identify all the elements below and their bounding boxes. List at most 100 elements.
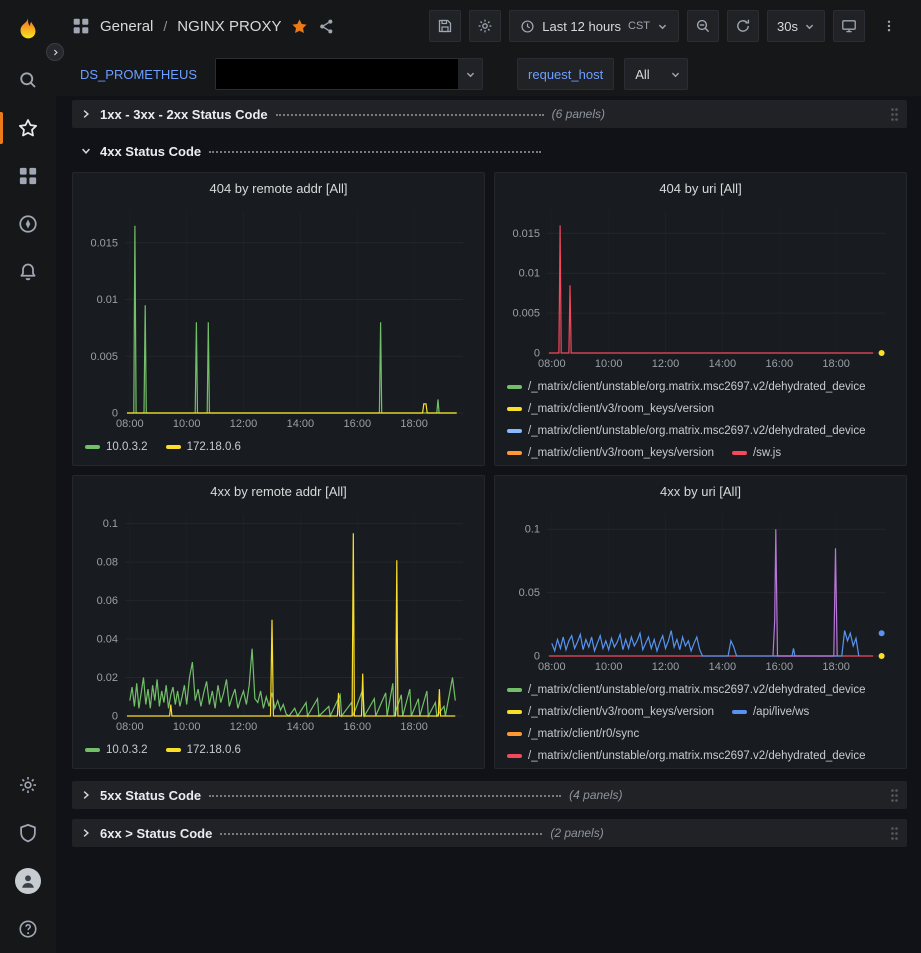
panel-title[interactable]: 404 by remote addr [All] [209,181,347,196]
dashboard-row-1xx-3xx-2xx[interactable]: 1xx - 3xx - 2xx Status Code (6 panels) [72,100,907,128]
panel-header[interactable]: 4xx by uri [All] [495,476,906,506]
dashboard-row-6xx[interactable]: 6xx > Status Code (2 panels) [72,819,907,847]
more-options-button[interactable] [873,10,905,42]
sidebar-item-explore[interactable] [0,200,56,248]
legend-item[interactable]: /_matrix/client/unstable/org.matrix.msc2… [507,750,866,762]
sidebar-item-configuration[interactable] [0,761,56,809]
top-navbar: General / NGINX PROXY [56,0,921,52]
refresh-dashboard-button[interactable] [727,10,759,42]
legend-series-marker [732,451,747,455]
panel-title[interactable]: 404 by uri [All] [659,181,741,196]
dashboard-row-5xx[interactable]: 5xx Status Code (4 panels) [72,781,907,809]
legend-row: /_matrix/client/unstable/org.matrix.msc2… [507,420,898,442]
legend-row: /_matrix/client/v3/room_keys/version/sw.… [507,442,898,464]
panel-header[interactable]: 404 by remote addr [All] [73,173,484,203]
svg-text:16:00: 16:00 [344,721,372,733]
request-host-variable-value: All [635,67,663,82]
svg-text:18:00: 18:00 [400,721,428,733]
favorite-star-icon[interactable] [291,18,308,35]
cycle-view-mode-button[interactable] [833,10,865,42]
legend-row: 10.0.3.2 172.18.0.6 [85,436,476,458]
breadcrumb-folder[interactable]: General [100,18,153,35]
svg-text:10:00: 10:00 [595,358,623,370]
panel-title[interactable]: 4xx by remote addr [All] [210,484,347,499]
refresh-interval-value: 30s [777,19,798,34]
legend-item[interactable]: /api/live/ws [732,706,809,718]
dashboard-row-4xx[interactable]: 4xx Status Code [72,138,907,164]
time-series-chart[interactable]: 00.020.040.060.080.108:0010:0012:0014:00… [81,506,475,736]
dashboard-title: NGINX PROXY [177,18,281,35]
time-series-chart[interactable]: 00.050.108:0010:0012:0014:0016:0018:00 [503,506,897,676]
legend-item[interactable]: 10.0.3.2 [85,441,148,453]
time-range-picker[interactable]: Last 12 hours CST [509,10,679,42]
legend-item[interactable]: 10.0.3.2 [85,744,148,756]
bell-icon [18,262,38,282]
help-icon [18,919,38,939]
dashboard-settings-button[interactable] [469,10,501,42]
sidebar [0,0,56,953]
time-series-chart[interactable]: 00.0050.010.01508:0010:0012:0014:0016:00… [81,203,475,433]
legend-series-label: /sw.js [753,447,781,459]
chart-legend: 10.0.3.2 172.18.0.6 [73,433,484,458]
dotted-leader [209,795,561,797]
shield-icon [18,823,38,843]
legend-item[interactable]: /_matrix/client/unstable/org.matrix.msc2… [507,684,866,696]
request-host-variable-select[interactable]: All [624,58,688,90]
sidebar-expand-button[interactable] [46,43,64,61]
gear-icon [477,18,493,34]
share-icon[interactable] [318,18,335,35]
svg-text:10:00: 10:00 [173,721,201,733]
save-dashboard-button[interactable] [429,10,461,42]
svg-text:0.02: 0.02 [97,672,118,684]
legend-series-marker [507,385,522,389]
legend-item[interactable]: 172.18.0.6 [166,441,241,453]
refresh-interval-select[interactable]: 30s [767,10,825,42]
svg-text:18:00: 18:00 [400,418,428,430]
dotted-leader [220,833,542,835]
dotted-leader [276,114,544,116]
legend-item[interactable]: /_matrix/client/unstable/org.matrix.msc2… [507,381,866,393]
legend-series-label: 10.0.3.2 [106,744,148,756]
panel-title[interactable]: 4xx by uri [All] [660,484,741,499]
sidebar-item-profile[interactable] [0,857,56,905]
chart-legend: /_matrix/client/unstable/org.matrix.msc2… [495,676,906,767]
row-drag-handle[interactable] [890,788,899,803]
svg-text:0.08: 0.08 [97,557,118,569]
panel-header[interactable]: 4xx by remote addr [All] [73,476,484,506]
legend-series-marker [166,445,181,449]
legend-row: /_matrix/client/unstable/org.matrix.msc2… [507,376,898,398]
svg-text:12:00: 12:00 [652,358,680,370]
svg-text:0.04: 0.04 [97,634,118,646]
sidebar-item-dashboards[interactable] [0,152,56,200]
row-drag-handle[interactable] [890,107,899,122]
legend-row: 10.0.3.2 172.18.0.6 [85,739,476,761]
row-drag-handle[interactable] [890,826,899,841]
svg-text:16:00: 16:00 [766,661,794,673]
time-series-chart[interactable]: 00.0050.010.01508:0010:0012:0014:0016:00… [503,203,897,373]
refresh-icon [735,18,751,34]
legend-item[interactable]: /_matrix/client/unstable/org.matrix.msc2… [507,425,866,437]
legend-item[interactable]: /_matrix/client/v3/room_keys/version [507,447,714,459]
svg-text:0.015: 0.015 [90,237,118,249]
svg-text:08:00: 08:00 [538,358,566,370]
legend-item[interactable]: 172.18.0.6 [166,744,241,756]
legend-item[interactable]: /_matrix/client/v3/room_keys/version [507,706,714,718]
sidebar-item-server-admin[interactable] [0,809,56,857]
datasource-variable-value [216,59,458,89]
legend-item[interactable]: /_matrix/client/r0/sync [507,728,639,740]
svg-text:08:00: 08:00 [116,418,144,430]
row-title: 5xx Status Code [100,788,201,803]
legend-item[interactable]: /_matrix/client/v3/room_keys/version [507,403,714,415]
row-title: 4xx Status Code [100,144,201,159]
sidebar-item-alerting[interactable] [0,248,56,296]
svg-text:0.005: 0.005 [90,351,118,363]
sidebar-item-help[interactable] [0,905,56,953]
sidebar-item-search[interactable] [0,56,56,104]
legend-row: /_matrix/client/v3/room_keys/version/api… [507,701,898,723]
panel-header[interactable]: 404 by uri [All] [495,173,906,203]
zoom-out-time-button[interactable] [687,10,719,42]
legend-item[interactable]: /sw.js [732,447,781,459]
gear-icon [18,775,38,795]
datasource-variable-select[interactable] [215,58,483,90]
sidebar-item-starred[interactable] [0,104,56,152]
